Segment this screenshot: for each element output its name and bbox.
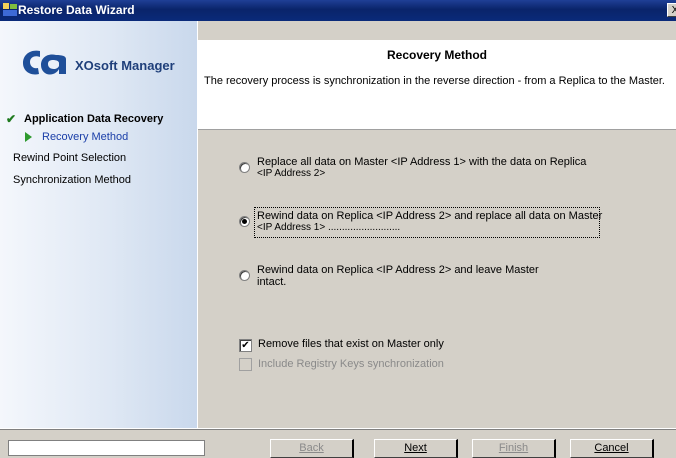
back-button: Back: [270, 439, 354, 458]
step-label: Application Data Recovery: [24, 113, 164, 125]
remove-files-checkbox[interactable]: ✔: [239, 339, 252, 352]
divider: [0, 429, 676, 430]
option-line-2: intact.: [257, 276, 287, 288]
cancel-button[interactable]: Cancel: [570, 439, 654, 458]
option-line-1: Rewind data on Replica <IP Address 2> an…: [257, 264, 539, 276]
product-name: XOsoft Manager: [75, 58, 175, 73]
radio-button[interactable]: [239, 162, 250, 173]
step-application-data-recovery: ✔ Application Data Recovery: [6, 112, 164, 126]
close-button[interactable]: X: [667, 3, 676, 17]
page-header: Recovery Method The recovery process is …: [198, 40, 676, 130]
option-line-1: Replace all data on Master <IP Address 1…: [257, 156, 587, 168]
option-label: Rewind data on Replica <IP Address 2> an…: [257, 264, 539, 288]
next-button[interactable]: Next: [374, 439, 458, 458]
step-recovery-method: Recovery Method: [25, 131, 129, 143]
radio-button[interactable]: [239, 270, 250, 281]
step-synchronization-method: Synchronization Method: [13, 174, 132, 186]
option-line-2: <IP Address 2>: [257, 168, 326, 179]
finish-button: Finish: [472, 439, 556, 458]
step-rewind-point-selection: Rewind Point Selection: [13, 152, 127, 164]
wizard-steps-pane: XOsoft Manager ✔ Application Data Recove…: [0, 21, 198, 428]
step-label: Recovery Method: [42, 131, 129, 143]
registry-keys-checkbox: [239, 358, 252, 371]
options-panel: Replace all data on Master <IP Address 1…: [198, 130, 676, 428]
registry-keys-label: Include Registry Keys synchronization: [258, 358, 444, 370]
arrow-right-icon: [25, 132, 32, 142]
status-field: [8, 440, 205, 456]
remove-files-label: Remove files that exist on Master only: [258, 338, 444, 350]
window-title: Restore Data Wizard: [18, 3, 135, 17]
option-line-1: Rewind data on Replica <IP Address 2> an…: [257, 210, 603, 222]
option-label: Rewind data on Replica <IP Address 2> an…: [257, 210, 602, 234]
option-line-2: <IP Address 1> .........................…: [257, 222, 401, 233]
wizard-app-icon: [3, 3, 17, 16]
radio-button-selected[interactable]: [239, 216, 250, 227]
check-icon: ✔: [6, 112, 17, 126]
wizard-button-bar: Back Next Finish Cancel: [0, 428, 676, 458]
ca-logo-icon: [23, 50, 66, 75]
option-label: Replace all data on Master <IP Address 1…: [257, 156, 586, 180]
page-description: The recovery process is synchronization …: [204, 75, 665, 87]
title-bar: Restore Data Wizard X: [0, 0, 676, 21]
page-title: Recovery Method: [386, 48, 488, 62]
